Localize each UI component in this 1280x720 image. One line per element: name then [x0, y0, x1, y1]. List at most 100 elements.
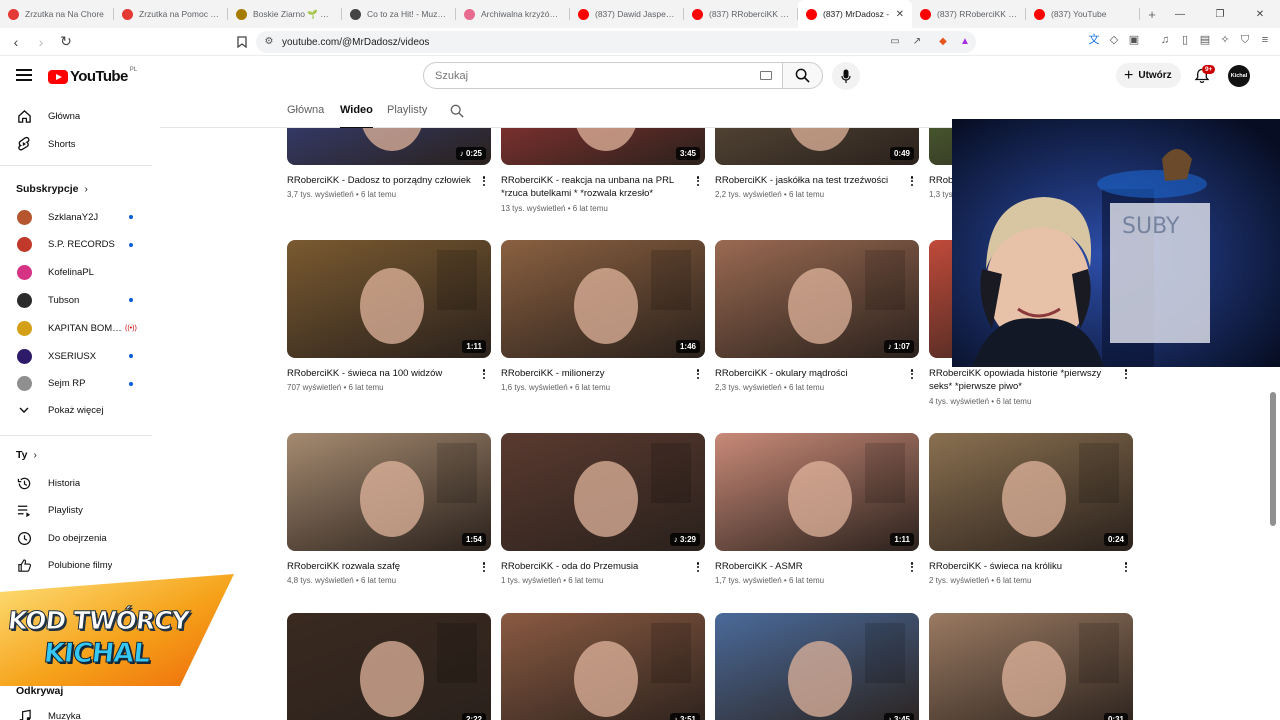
page-scrollbar[interactable] — [1270, 392, 1276, 526]
cast-icon[interactable]: ▭ — [888, 35, 902, 49]
menu-icon[interactable] — [16, 69, 32, 81]
sidebar-item-you[interactable]: Historia — [0, 469, 152, 497]
sidebar-item-you[interactable]: Do obejrzenia — [0, 524, 152, 552]
sidebar-subscription[interactable]: XSERIUSX — [0, 342, 152, 370]
video-card[interactable]: ♪ 1:07 RRoberciKK - okulary mądrości 2,3 t… — [715, 240, 919, 392]
more-options-icon[interactable] — [479, 560, 489, 574]
video-thumbnail[interactable]: 0:24 — [929, 433, 1133, 551]
rewards-icon[interactable]: ▲ — [958, 35, 972, 49]
back-icon[interactable]: ‹ — [6, 32, 26, 52]
video-card[interactable]: 0:24 RRoberciKK - świeca na króliku 2 tys.… — [929, 433, 1133, 585]
browser-menu-icon[interactable]: ≡ — [1258, 33, 1272, 47]
video-thumbnail[interactable]: 1:54 — [287, 433, 491, 551]
avatar[interactable]: Kichal — [1228, 65, 1250, 87]
video-thumbnail[interactable]: ♪ 3:45 — [715, 613, 919, 720]
reload-icon[interactable]: ↻ — [56, 32, 76, 52]
forward-icon[interactable]: › — [31, 32, 51, 52]
video-thumbnail[interactable]: 3:45 — [501, 128, 705, 165]
subscriptions-header[interactable]: Subskrypcje › — [16, 183, 88, 195]
browser-tab[interactable]: (837) MrDadosz - ✕ — [798, 0, 912, 28]
close-window-icon[interactable]: ✕ — [1240, 9, 1280, 20]
translate-icon[interactable]: 文 — [1087, 33, 1101, 47]
wallet-icon[interactable]: ▤ — [1198, 33, 1212, 47]
sidebar-subscription[interactable]: Tubson — [0, 286, 152, 314]
video-card[interactable]: 3:45 RRoberciKK - reakcja na unbana na PR… — [501, 128, 705, 213]
video-title[interactable]: RRoberciKK - świeca na króliku — [929, 560, 1115, 573]
video-card[interactable]: 1:54 RRoberciKK rozwala szafę 4,8 tys. wyś… — [287, 433, 491, 585]
more-options-icon[interactable] — [1121, 367, 1131, 381]
more-options-icon[interactable] — [693, 560, 703, 574]
video-card[interactable]: 2:22 — [287, 613, 491, 720]
sidebar-subscription[interactable]: SzklanaY2J — [0, 203, 152, 231]
search-button[interactable] — [782, 62, 823, 89]
video-title[interactable]: RRoberciKK rozwala szafę — [287, 560, 473, 573]
video-thumbnail[interactable]: 0:49 — [715, 128, 919, 165]
sidebar-subscription[interactable]: Sejm RP — [0, 370, 152, 398]
address-bar[interactable]: ⚙ youtube.com/@MrDadosz/videos ▭ ↗ ◆ ▲ — [256, 31, 976, 53]
more-options-icon[interactable] — [693, 174, 703, 188]
video-thumbnail[interactable]: 2:22 — [287, 613, 491, 720]
sidebar-item-shorts[interactable]: Shorts — [0, 130, 152, 158]
more-options-icon[interactable] — [1121, 560, 1131, 574]
more-options-icon[interactable] — [693, 367, 703, 381]
video-card[interactable]: 0:31 — [929, 613, 1133, 720]
more-options-icon[interactable] — [907, 367, 917, 381]
video-title[interactable]: RRoberciKK - milionerzy — [501, 367, 687, 380]
create-button[interactable]: + Utwórz — [1116, 63, 1181, 88]
video-card[interactable]: ♪ 0:25 RRoberciKK - Dadosz to porządny cz… — [287, 128, 491, 199]
browser-tab[interactable]: (837) RRoberciKK opo — [912, 0, 1026, 28]
keyboard-icon[interactable] — [760, 71, 772, 80]
sidebar-item-główna[interactable]: Główna — [0, 102, 152, 130]
browser-tab[interactable]: Boskie Ziarno 🌱 Reko — [228, 0, 342, 28]
you-header[interactable]: Ty › — [16, 449, 37, 461]
browser-tab[interactable]: Zrzutka na Na Chore — [0, 0, 114, 28]
video-title[interactable]: RRoberciKK - świeca na 100 widzów — [287, 367, 473, 380]
shield-icon[interactable]: ⛉ — [1238, 33, 1252, 47]
sidebar-subscription[interactable]: KofelinaPL — [0, 259, 152, 287]
sidebar-item-explore[interactable]: Muzyka — [0, 702, 152, 720]
share-icon[interactable]: ↗ — [910, 35, 924, 49]
video-title[interactable]: RRoberciKK - oda do Przemusia — [501, 560, 687, 573]
video-thumbnail[interactable]: ♪ 1:07 — [715, 240, 919, 358]
browser-tab[interactable]: (837) Dawid Jasper i me — [570, 0, 684, 28]
browser-tab[interactable]: Zrzutka na Pomoc dla — [114, 0, 228, 28]
browser-tab[interactable]: Co to za Hit! - Muzyczne — [342, 0, 456, 28]
site-info-icon[interactable]: ⚙ — [262, 35, 276, 49]
bookmark-icon[interactable] — [232, 32, 252, 52]
voice-search-button[interactable] — [832, 62, 860, 90]
screenshot-icon[interactable]: ▣ — [1127, 33, 1141, 47]
sidebar-subscription[interactable]: ((•))KAPITAN BOMBA... — [0, 314, 152, 342]
video-thumbnail[interactable]: ♪ 3:51 — [501, 613, 705, 720]
sidebar-icon[interactable]: ▯ — [1178, 33, 1192, 47]
video-card[interactable]: ♪ 3:29 RRoberciKK - oda do Przemusia 1 tys… — [501, 433, 705, 585]
more-options-icon[interactable] — [907, 560, 917, 574]
channel-tab[interactable]: Playlisty — [387, 104, 427, 116]
video-title[interactable]: RRoberciKK opowiada historie *pierwszy s… — [929, 367, 1115, 393]
sidebar-show-more[interactable]: Pokaż więcej — [0, 396, 152, 424]
more-options-icon[interactable] — [479, 174, 489, 188]
channel-tab[interactable]: Główna — [287, 104, 324, 116]
close-tab-icon[interactable]: ✕ — [896, 9, 904, 20]
sidebar-subscription[interactable]: S.P. RECORDS — [0, 231, 152, 259]
video-title[interactable]: RRoberciKK - reakcja na unbana na PRL *r… — [501, 174, 687, 200]
extension-icon[interactable]: ◇ — [1107, 33, 1121, 47]
search-input[interactable] — [435, 69, 735, 82]
video-card[interactable]: 1:11 RRoberciKK - świeca na 100 widzów 707… — [287, 240, 491, 392]
vpn-icon[interactable]: ✧ — [1218, 33, 1232, 47]
video-card[interactable]: 1:46 RRoberciKK - milionerzy 1,6 tys. wyśw… — [501, 240, 705, 392]
video-card[interactable]: ♪ 3:45 — [715, 613, 919, 720]
sidebar-item-you[interactable]: Playlisty — [0, 497, 152, 525]
channel-search-icon[interactable] — [450, 104, 464, 118]
video-thumbnail[interactable]: 1:11 — [715, 433, 919, 551]
video-thumbnail[interactable]: 1:11 — [287, 240, 491, 358]
video-card[interactable]: 0:49 RRoberciKK - jaskółka na test trzeźw… — [715, 128, 919, 199]
browser-tab[interactable]: Archiwalna krzyżówka — [456, 0, 570, 28]
browser-tab[interactable]: (837) YouTube — [1026, 0, 1140, 28]
video-card[interactable]: 1:11 RRoberciKK - ASMR 1,7 tys. wyświetleń… — [715, 433, 919, 585]
video-title[interactable]: RRoberciKK - okulary mądrości — [715, 367, 901, 380]
video-title[interactable]: RRoberciKK - Dadosz to porządny człowiek — [287, 174, 473, 187]
video-title[interactable]: RRoberciKK - ASMR — [715, 560, 901, 573]
youtube-logo[interactable]: YouTube PL — [48, 67, 137, 85]
new-tab-icon[interactable]: + — [1142, 7, 1162, 22]
video-title[interactable]: RRoberciKK - jaskółka na test trzeźwości — [715, 174, 901, 187]
